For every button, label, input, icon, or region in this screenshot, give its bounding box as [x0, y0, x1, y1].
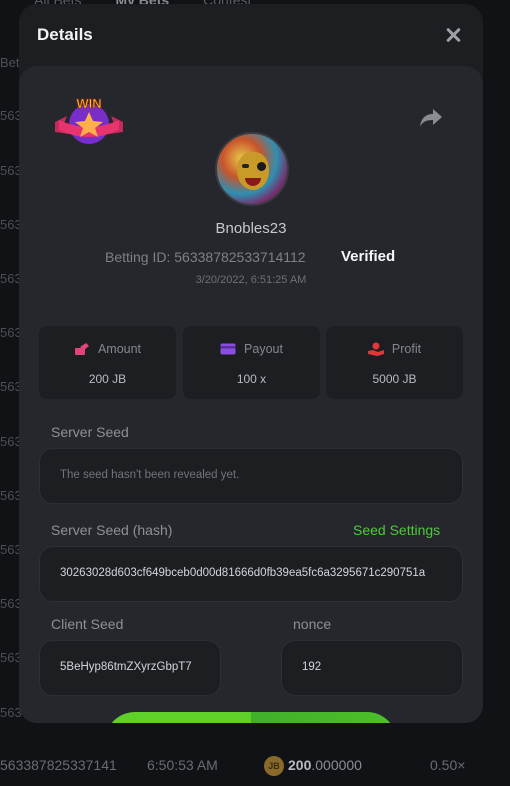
modal-title: Details — [37, 25, 93, 44]
win-badge-icon: WIN — [55, 96, 123, 144]
bet-row[interactable]: 563387825337141 6:50:53 AM JB 200.000000… — [0, 756, 510, 777]
close-icon[interactable] — [443, 25, 463, 45]
amount-integer: 200 — [288, 757, 312, 773]
server-seed-value: The seed hasn't been revealed yet. — [60, 469, 240, 481]
stat-profit-label: Profit — [391, 342, 422, 356]
stat-amount-label: Amount — [97, 342, 142, 356]
amount-decimal: .000000 — [311, 757, 362, 773]
client-seed-label: Client Seed — [51, 616, 124, 632]
nonce-value: 192 — [302, 661, 322, 673]
bet-row-multiplier: 0.50× — [430, 757, 466, 773]
stat-amount-value: 200 JB — [88, 372, 127, 386]
details-modal: Details WIN Bnobles23 Betting ID: 563387… — [19, 4, 483, 723]
avatar-eye — [242, 164, 249, 168]
stat-payout-value: 100 x — [236, 372, 267, 386]
coins-icon — [74, 343, 89, 355]
server-seed-hash-value: 30263028d603cf649bceb0d00d81666d0fb39ea5… — [60, 567, 426, 579]
stat-payout: Payout 100 x — [183, 326, 320, 399]
stat-profit-value: 5000 JB — [372, 372, 417, 386]
betting-id-value: 56338782533714112 — [174, 249, 306, 265]
betting-id: Betting ID: 56338782533714112 — [105, 249, 306, 265]
betting-id-label: Betting ID: — [105, 249, 171, 265]
stat-payout-label: Payout — [244, 342, 283, 356]
server-seed-hash-field[interactable]: 30263028d603cf649bceb0d00d81666d0fb39ea5… — [39, 546, 463, 602]
client-seed-field[interactable]: 5BeHyp86tmZXyrzGbpT7 — [39, 640, 221, 696]
bet-row-time: 6:50:53 AM — [147, 757, 218, 773]
server-seed-hash-label: Server Seed (hash) — [51, 522, 173, 538]
username: Bnobles23 — [215, 220, 287, 237]
client-seed-value: 5BeHyp86tmZXyrzGbpT7 — [60, 661, 192, 673]
stat-amount: Amount 200 JB — [39, 326, 176, 399]
share-icon[interactable] — [419, 108, 443, 128]
bet-row-id: 563387825337141 — [0, 757, 117, 773]
avatar-eye — [257, 162, 266, 171]
bet-timestamp: 3/20/2022, 6:51:25 AM — [195, 274, 307, 286]
seed-settings-link[interactable]: Seed Settings — [353, 522, 440, 538]
stat-profit: Profit 5000 JB — [326, 326, 463, 399]
card-icon — [220, 343, 236, 355]
bet-row-amount: 200.000000 — [288, 757, 362, 773]
avatar — [215, 132, 289, 206]
nonce-label: nonce — [293, 616, 332, 632]
server-seed-field[interactable]: The seed hasn't been revealed yet. — [39, 448, 463, 504]
bet-details-card: WIN Bnobles23 Betting ID: 56338782533714… — [19, 66, 483, 723]
win-badge-text: WIN — [76, 96, 101, 111]
jb-coin-icon: JB — [264, 756, 284, 776]
verified-badge: Verified — [341, 248, 396, 265]
nonce-field[interactable]: 192 — [281, 640, 463, 696]
verify-button[interactable] — [105, 712, 397, 723]
bet-row-id: Bet — [0, 55, 20, 70]
hand-coin-icon — [367, 342, 384, 356]
server-seed-label: Server Seed — [51, 424, 129, 440]
